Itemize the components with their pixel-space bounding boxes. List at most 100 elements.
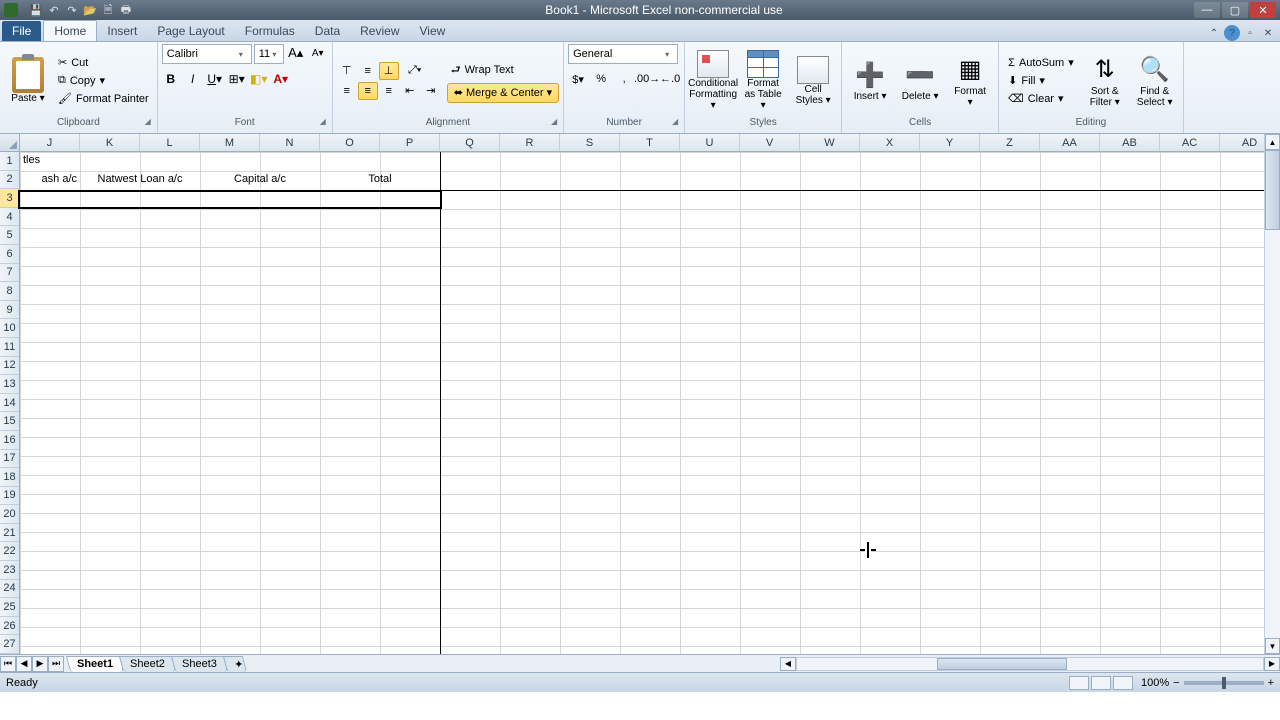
column-header[interactable]: N — [260, 134, 320, 151]
cell[interactable]: tles — [20, 152, 43, 168]
column-header[interactable]: AC — [1160, 134, 1220, 151]
close-icon[interactable]: ✕ — [1250, 2, 1276, 18]
column-header[interactable]: P — [380, 134, 440, 151]
cell[interactable]: Capital a/c — [200, 171, 320, 187]
copy-button[interactable]: ⧉Copy ▾ — [54, 72, 153, 89]
row-header[interactable]: 24 — [0, 580, 19, 599]
row-header[interactable]: 8 — [0, 282, 19, 301]
minimize-ribbon-icon[interactable]: ⌃ — [1206, 25, 1222, 41]
column-header[interactable]: S — [560, 134, 620, 151]
row-header[interactable]: 12 — [0, 357, 19, 376]
number-format-select[interactable]: General▾ — [568, 44, 678, 64]
italic-button[interactable]: I — [184, 70, 202, 88]
row-header[interactable]: 9 — [0, 301, 19, 320]
decrease-indent-icon[interactable]: ⇤ — [400, 82, 420, 100]
accounting-format-icon[interactable]: $▾ — [568, 70, 588, 88]
comma-format-icon[interactable]: , — [614, 70, 634, 88]
column-header[interactable]: O — [320, 134, 380, 151]
scroll-thumb[interactable] — [1265, 150, 1280, 230]
autosum-button[interactable]: ΣAutoSum ▾ — [1003, 54, 1079, 71]
row-header[interactable]: 15 — [0, 412, 19, 431]
select-all-button[interactable] — [0, 134, 20, 151]
page-break-view-icon[interactable] — [1113, 676, 1133, 690]
cell[interactable]: ash a/c — [20, 171, 80, 187]
format-as-table-button[interactable]: Format as Table ▾ — [739, 47, 787, 114]
dialog-launcher-icon[interactable]: ◢ — [320, 117, 326, 126]
redo-icon[interactable]: ↷ — [64, 3, 80, 17]
row-header[interactable]: 19 — [0, 487, 19, 506]
align-bottom-icon[interactable]: ⊥ — [379, 62, 399, 80]
sheet-tab[interactable]: Sheet1 — [66, 656, 124, 672]
tab-home[interactable]: Home — [43, 20, 97, 41]
dialog-launcher-icon[interactable]: ◢ — [672, 117, 678, 126]
column-header[interactable]: T — [620, 134, 680, 151]
save-icon[interactable]: 💾 — [28, 3, 44, 17]
help-icon[interactable]: ? — [1224, 25, 1240, 41]
row-header[interactable]: 16 — [0, 431, 19, 450]
delete-cells-button[interactable]: ➖Delete ▾ — [896, 56, 944, 105]
scroll-right-icon[interactable]: ▶ — [1264, 657, 1280, 671]
clear-button[interactable]: ⌫Clear ▾ — [1003, 90, 1079, 107]
new-sheet-button[interactable]: ✦ — [223, 656, 247, 672]
decrease-decimal-icon[interactable]: ←.0 — [660, 70, 680, 88]
percent-format-icon[interactable]: % — [591, 70, 611, 88]
scroll-up-icon[interactable]: ▲ — [1265, 134, 1280, 150]
scroll-left-icon[interactable]: ◀ — [780, 657, 796, 671]
row-header[interactable]: 13 — [0, 375, 19, 394]
tab-view[interactable]: View — [410, 21, 456, 41]
sheet-tab[interactable]: Sheet3 — [171, 656, 228, 672]
undo-icon[interactable]: ↶ — [46, 3, 62, 17]
page-layout-view-icon[interactable] — [1091, 676, 1111, 690]
row-header[interactable]: 4 — [0, 208, 19, 227]
column-header[interactable]: R — [500, 134, 560, 151]
dialog-launcher-icon[interactable]: ◢ — [551, 117, 557, 126]
font-name-select[interactable]: Calibri▾ — [162, 44, 252, 64]
tab-page-layout[interactable]: Page Layout — [147, 21, 234, 41]
row-header[interactable]: 7 — [0, 264, 19, 283]
horizontal-scrollbar[interactable]: ◀ ▶ — [780, 657, 1280, 671]
align-top-icon[interactable]: ⊤ — [337, 62, 357, 80]
worksheet-grid[interactable]: J K L M N O P Q R S T U V W X Y Z AA AB … — [0, 134, 1280, 654]
normal-view-icon[interactable] — [1069, 676, 1089, 690]
row-header[interactable]: 26 — [0, 617, 19, 636]
column-header[interactable]: K — [80, 134, 140, 151]
tab-insert[interactable]: Insert — [97, 21, 147, 41]
fill-button[interactable]: ⬇Fill ▾ — [1003, 72, 1079, 89]
column-header[interactable]: Q — [440, 134, 500, 151]
bold-button[interactable]: B — [162, 70, 180, 88]
row-header[interactable]: 23 — [0, 561, 19, 580]
align-right-icon[interactable]: ≡ — [379, 82, 399, 100]
cell[interactable]: Total — [320, 171, 440, 187]
underline-button[interactable]: U▾ — [206, 70, 224, 88]
row-header[interactable]: 18 — [0, 468, 19, 487]
row-header[interactable]: 5 — [0, 226, 19, 245]
scroll-down-icon[interactable]: ▼ — [1265, 638, 1280, 654]
paste-button[interactable]: Paste ▾ — [4, 54, 52, 107]
tab-file[interactable]: File — [2, 21, 41, 41]
column-header[interactable]: Y — [920, 134, 980, 151]
row-header[interactable]: 17 — [0, 450, 19, 469]
font-color-button[interactable]: A▾ — [272, 70, 290, 88]
dialog-launcher-icon[interactable]: ◢ — [145, 117, 151, 126]
scroll-thumb[interactable] — [937, 658, 1067, 670]
cell[interactable]: Natwest Loan a/c — [80, 171, 200, 187]
find-select-button[interactable]: 🔍Find & Select ▾ — [1131, 51, 1179, 111]
first-sheet-icon[interactable]: ⏮ — [0, 656, 16, 672]
column-header[interactable]: U — [680, 134, 740, 151]
open-icon[interactable]: 📂 — [82, 3, 98, 17]
maximize-icon[interactable]: ▢ — [1222, 2, 1248, 18]
row-header[interactable]: 22 — [0, 542, 19, 561]
new-icon[interactable]: 🗎 — [100, 3, 116, 17]
sheet-tab[interactable]: Sheet2 — [119, 656, 176, 672]
column-header[interactable]: M — [200, 134, 260, 151]
vertical-scrollbar[interactable]: ▲ ▼ — [1264, 134, 1280, 654]
row-header[interactable]: 3 — [0, 189, 19, 208]
row-header[interactable]: 1 — [0, 152, 19, 171]
column-header[interactable]: AA — [1040, 134, 1100, 151]
shrink-font-icon[interactable]: A▾ — [308, 44, 328, 62]
wrap-text-button[interactable]: ⮐Wrap Text — [447, 59, 559, 82]
column-header[interactable]: V — [740, 134, 800, 151]
sort-filter-button[interactable]: ⇅Sort & Filter ▾ — [1081, 51, 1129, 111]
fill-color-button[interactable]: ◧▾ — [250, 70, 268, 88]
orientation-icon[interactable]: ⤢▾ — [400, 62, 430, 80]
